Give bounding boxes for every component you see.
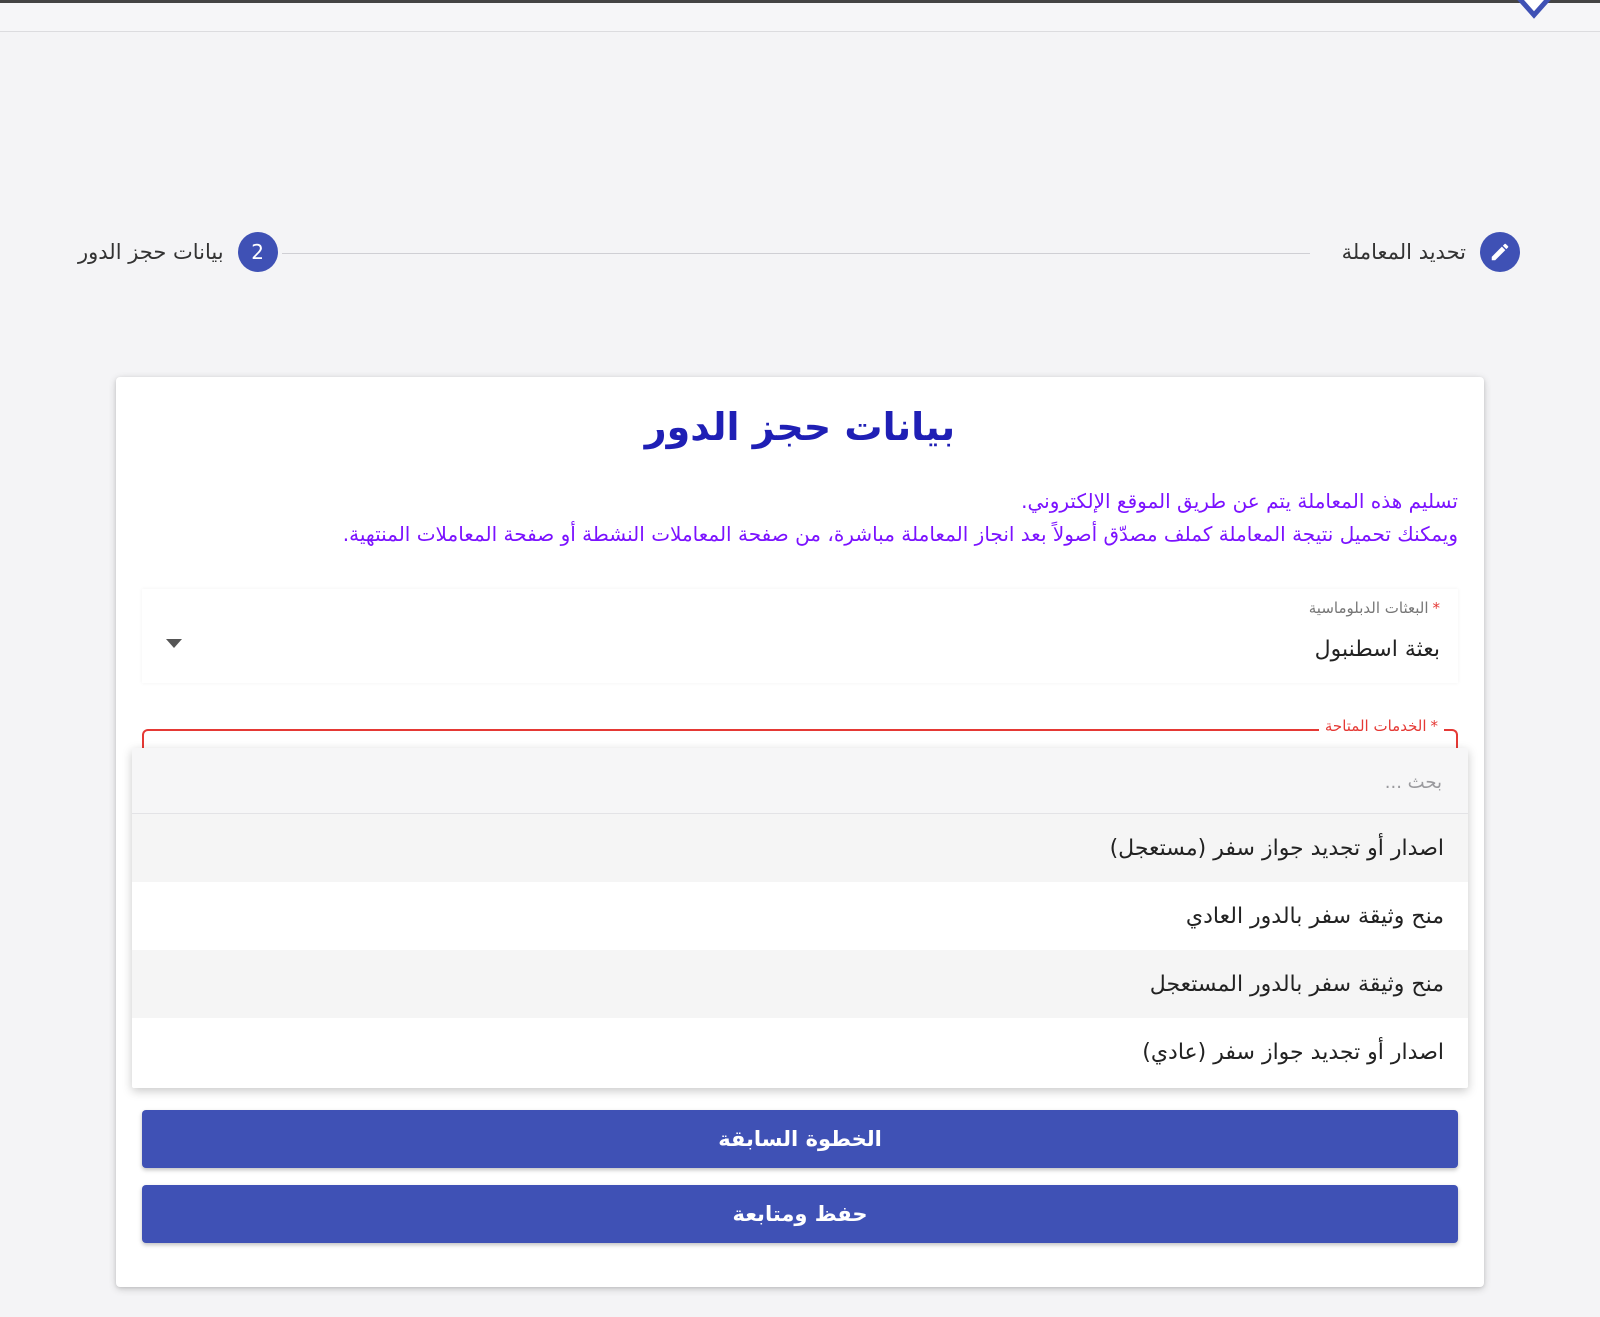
required-mark: * [1430,717,1439,735]
stepper: تحديد المعاملة 2 بيانات حجز الدور [0,228,1600,280]
notice-line-2: ويمكنك تحميل نتيجة المعاملة كملف مصدّق أ… [342,522,1458,546]
mission-field-label: *البعثات الدبلوماسية [1308,599,1441,617]
notice-line-1: تسليم هذه المعاملة يتم عن طريق الموقع ال… [1021,489,1458,513]
page-title: بيانات حجز الدور [644,405,956,449]
services-dropdown-panel: اصدار أو تجديد جواز سفر (مستعجل) منح وثي… [132,748,1468,1088]
stepper-connector [282,253,1310,254]
service-option[interactable]: منح وثيقة سفر بالدور المستعجل [132,950,1468,1018]
booking-form-card: بيانات حجز الدور تسليم هذه المعاملة يتم … [116,377,1484,1287]
top-app-bar [0,0,1600,32]
delivery-notice: تسليم هذه المعاملة يتم عن طريق الموقع ال… [136,485,1458,551]
shield-logo-icon [1517,0,1551,19]
step-select-transaction[interactable]: تحديد المعاملة [1342,232,1520,272]
service-option[interactable]: اصدار أو تجديد جواز سفر (مستعجل) [132,814,1468,882]
step-1-circle [1480,232,1520,272]
service-option[interactable]: اصدار أو تجديد جواز سفر (عادي) [132,1018,1468,1086]
mission-selected-value: بعثة اسطنبول [1314,637,1440,662]
step-2-circle: 2 [237,232,278,272]
previous-step-button[interactable]: الخطوة السابقة [142,1110,1458,1168]
step-1-label: تحديد المعاملة [1341,240,1466,264]
services-field-label: *الخدمات المتاحة [1318,717,1444,735]
service-option[interactable]: منح وثيقة سفر بالدور العادي [132,882,1468,950]
services-search-input[interactable] [156,764,1444,800]
dropdown-search-row [132,748,1468,814]
save-continue-button[interactable]: حفظ ومتابعة [142,1185,1458,1243]
pencil-icon [1491,243,1509,261]
diplomatic-mission-select[interactable]: *البعثات الدبلوماسية بعثة اسطنبول [142,589,1458,683]
chevron-down-icon[interactable] [166,639,182,648]
step-booking-data[interactable]: 2 بيانات حجز الدور [78,232,278,272]
step-2-label: بيانات حجز الدور [78,240,224,264]
required-mark: * [1432,599,1441,617]
